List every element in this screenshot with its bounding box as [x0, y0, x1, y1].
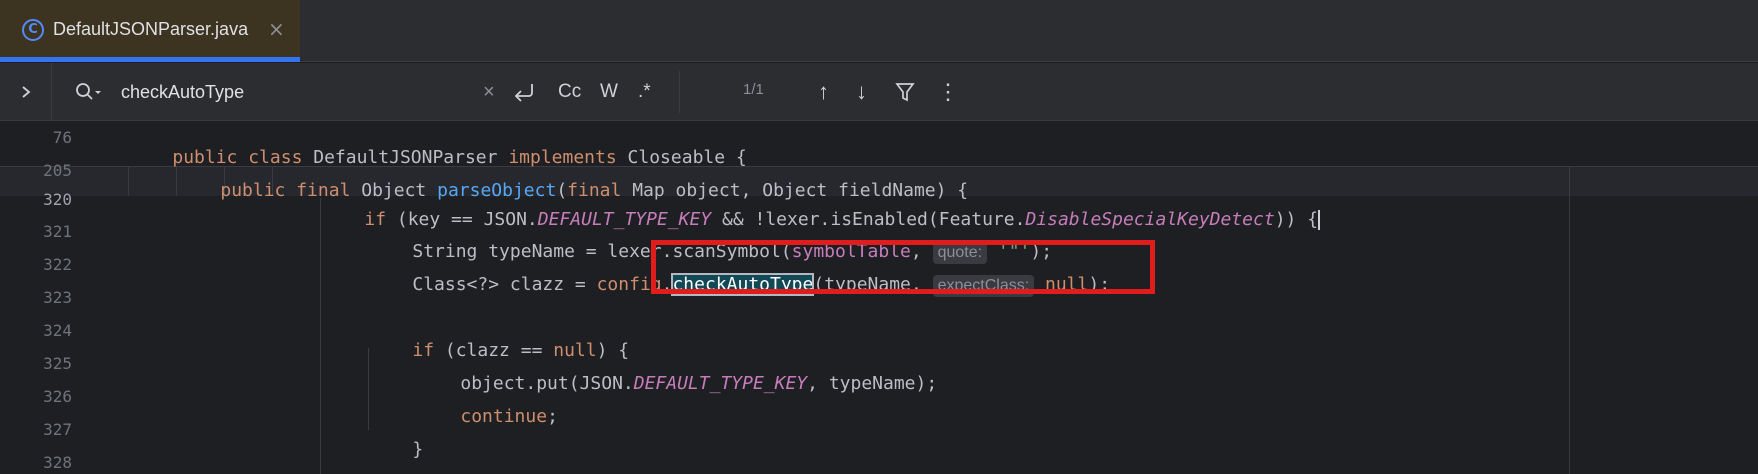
new-line-icon[interactable]	[512, 81, 536, 103]
line-number: 325	[43, 354, 72, 373]
clear-search-button[interactable]: ×	[483, 77, 495, 107]
editor-tab-bar: C DefaultJSONParser.java ×	[0, 0, 1758, 62]
line-number: 322	[43, 255, 72, 274]
match-count: 1/1	[743, 81, 764, 98]
line-number: 327	[43, 420, 72, 439]
close-icon[interactable]: ×	[268, 17, 285, 41]
line-number: 205	[43, 161, 72, 180]
more-options-icon[interactable]: ⋮	[937, 77, 959, 107]
code-line-327: }	[412, 439, 424, 460]
line-number: 324	[43, 321, 72, 340]
next-occurrence-button[interactable]: ↓	[856, 77, 867, 107]
code-line-326: continue;	[460, 406, 558, 427]
line-number: 326	[43, 387, 72, 406]
line-number: 328	[43, 453, 72, 472]
regex-button[interactable]: .*	[638, 77, 651, 107]
java-class-icon: C	[22, 19, 44, 41]
previous-occurrence-button[interactable]: ↑	[818, 77, 829, 107]
code-editor[interactable]: 76 205 320 321 322 323 324 325 326 327 3…	[0, 122, 1758, 474]
right-margin-guide	[1569, 166, 1570, 474]
line-number: 76	[52, 128, 72, 147]
line-number: 321	[43, 222, 72, 241]
find-bar: × Cc W .* 1/1 ↑ ↓ ⋮	[0, 63, 1758, 121]
annotation-highlight-box	[651, 240, 1155, 294]
divider	[679, 71, 680, 113]
tab-defaultjsonparser[interactable]: C DefaultJSONParser.java ×	[0, 0, 300, 62]
filter-icon[interactable]	[895, 81, 915, 103]
chevron-right-icon	[21, 86, 30, 98]
search-history-icon[interactable]	[74, 81, 104, 103]
words-button[interactable]: W	[600, 77, 618, 107]
text-cursor	[1318, 210, 1321, 230]
expand-replace-button[interactable]	[0, 63, 52, 121]
match-case-button[interactable]: Cc	[558, 77, 581, 107]
line-number: 323	[43, 288, 72, 307]
line-number: 320	[43, 190, 72, 209]
tab-label: DefaultJSONParser.java	[53, 19, 249, 39]
active-tab-indicator	[0, 57, 300, 62]
search-input[interactable]	[121, 76, 461, 108]
